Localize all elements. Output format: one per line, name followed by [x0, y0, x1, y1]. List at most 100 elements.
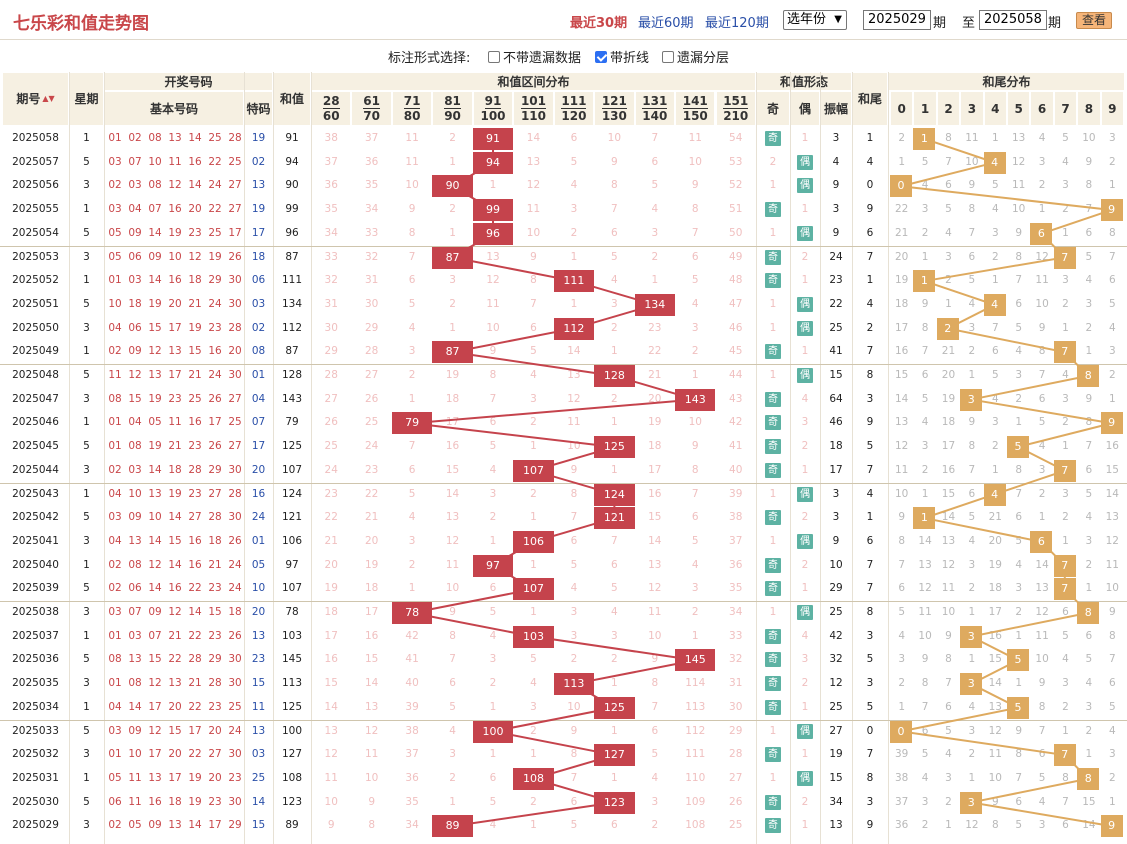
- range-miss: 14: [648, 534, 662, 547]
- range-miss: 28: [729, 748, 743, 761]
- tail-hit: 9: [1100, 815, 1123, 838]
- even-miss: 1: [801, 700, 809, 713]
- tail-miss: 10: [988, 771, 1002, 784]
- special-number: 23: [251, 653, 266, 666]
- trend-table: 期号 ▲▼ 星期 开奖号码 基本号码 特码 和值 和值区间分布 28 60 61 70 7…: [0, 0, 1127, 844]
- basic-number: 22: [188, 748, 202, 761]
- issue-header[interactable]: 期号 ▲▼: [2, 72, 69, 126]
- tail-miss: 1: [1085, 345, 1093, 358]
- tail-miss: 3: [1038, 463, 1046, 476]
- tail-cell: 9: [866, 203, 874, 216]
- basic-number: 15: [208, 606, 222, 618]
- special-number: 08: [251, 345, 266, 358]
- basic-number: 09: [128, 345, 142, 358]
- range-miss: 1: [489, 179, 497, 192]
- range-miss: 6: [611, 226, 618, 239]
- range-header-1: 61 70: [351, 91, 392, 126]
- tail-miss: 9: [921, 653, 929, 666]
- range-miss: 1: [530, 748, 537, 761]
- basic-number: 29: [208, 653, 222, 666]
- basic-number: 03: [108, 724, 122, 737]
- basic-number: 19: [188, 321, 202, 334]
- range-miss: 19: [445, 369, 460, 381]
- basic-number: 23: [208, 582, 222, 595]
- odd-badge: 奇: [765, 818, 781, 834]
- tail-cell: 1: [866, 511, 874, 524]
- range-miss: 12: [364, 724, 379, 737]
- range-miss: 23: [364, 463, 379, 476]
- issue-cell: 2025057: [12, 155, 59, 168]
- basic-number: 08: [108, 392, 122, 405]
- range-low: 91: [484, 94, 502, 109]
- tail-miss: 9: [968, 416, 976, 429]
- tail-miss: 6: [968, 250, 976, 263]
- odd-badge: 奇: [765, 794, 781, 810]
- basic-number: 17: [148, 700, 162, 713]
- sum-cell: 90: [285, 179, 299, 192]
- range-miss: 1: [611, 677, 618, 690]
- range-miss: 10: [445, 582, 460, 595]
- special-number: 03: [251, 297, 266, 310]
- range-high: 140: [642, 109, 668, 123]
- tail-miss: 14: [941, 511, 956, 524]
- basic-number: 23: [188, 226, 202, 239]
- special-number: 01: [251, 534, 266, 547]
- sort-icon[interactable]: ▲▼: [42, 91, 54, 107]
- tail-digit-header-4: 4: [983, 91, 1007, 126]
- weekday-cell: 3: [83, 392, 90, 405]
- basic-number: 01: [108, 416, 122, 429]
- tail-miss: 6: [1015, 297, 1023, 310]
- tail-miss: 5: [1038, 416, 1046, 429]
- basic-number: 09: [128, 511, 142, 524]
- amplitude-cell: 3: [832, 203, 840, 216]
- range-miss: 30: [324, 321, 338, 334]
- weekday-cell: 3: [83, 677, 90, 690]
- tail-hit: 4: [983, 483, 1006, 506]
- sum-form-header: 和值形态: [756, 72, 852, 91]
- tail-hit: 7: [1053, 459, 1076, 482]
- issue-cell: 2025030: [12, 795, 59, 808]
- tail-dist-header: 和尾分布: [888, 72, 1125, 91]
- basic-number: 17: [168, 321, 182, 334]
- odd-badge: 奇: [765, 439, 781, 455]
- range-miss: 1: [530, 558, 537, 571]
- basic-number: 15: [168, 534, 182, 547]
- range-miss: 4: [489, 463, 497, 476]
- basic-number: 16: [168, 274, 182, 287]
- basic-number: 23: [188, 440, 202, 453]
- tail-miss: 3: [1038, 155, 1046, 168]
- range-miss: 34: [729, 606, 743, 618]
- range-miss: 13: [364, 700, 379, 713]
- range-header-2: 71 80: [391, 91, 433, 126]
- special-number: 13: [251, 179, 266, 192]
- sum-cell: 89: [285, 819, 299, 832]
- tail-miss: 1: [991, 274, 999, 287]
- tail-miss: 2: [945, 274, 952, 287]
- range-low: 131: [642, 94, 668, 109]
- range-miss: 38: [729, 511, 743, 524]
- basic-number: 14: [188, 179, 202, 192]
- basic-number: 02: [108, 345, 122, 358]
- basic-number: 01: [108, 748, 122, 761]
- amplitude-cell: 34: [829, 795, 843, 808]
- tail-miss: 8: [1108, 226, 1116, 239]
- basic-number: 30: [228, 511, 242, 524]
- tail-miss: 5: [968, 274, 976, 287]
- tail-cell: 7: [866, 250, 874, 263]
- tail-miss: 20: [941, 369, 956, 381]
- tail-miss: 9: [1085, 155, 1093, 168]
- tail-miss: 5: [1108, 297, 1116, 310]
- tail-miss: 6: [1085, 629, 1093, 642]
- basic-number: 05: [108, 771, 122, 784]
- special-number: 01: [251, 369, 266, 381]
- range-miss: 7: [611, 534, 618, 547]
- range-miss: 29: [324, 345, 338, 358]
- tail-miss: 4: [1085, 677, 1093, 690]
- range-miss: 43: [729, 392, 743, 405]
- tail-cell: 6: [866, 226, 874, 239]
- tail-miss: 5: [1085, 487, 1093, 500]
- tail-miss: 2: [898, 132, 906, 144]
- basic-number: 14: [168, 558, 182, 571]
- range-miss: 8: [651, 677, 659, 690]
- tail-miss: 1: [1038, 203, 1046, 216]
